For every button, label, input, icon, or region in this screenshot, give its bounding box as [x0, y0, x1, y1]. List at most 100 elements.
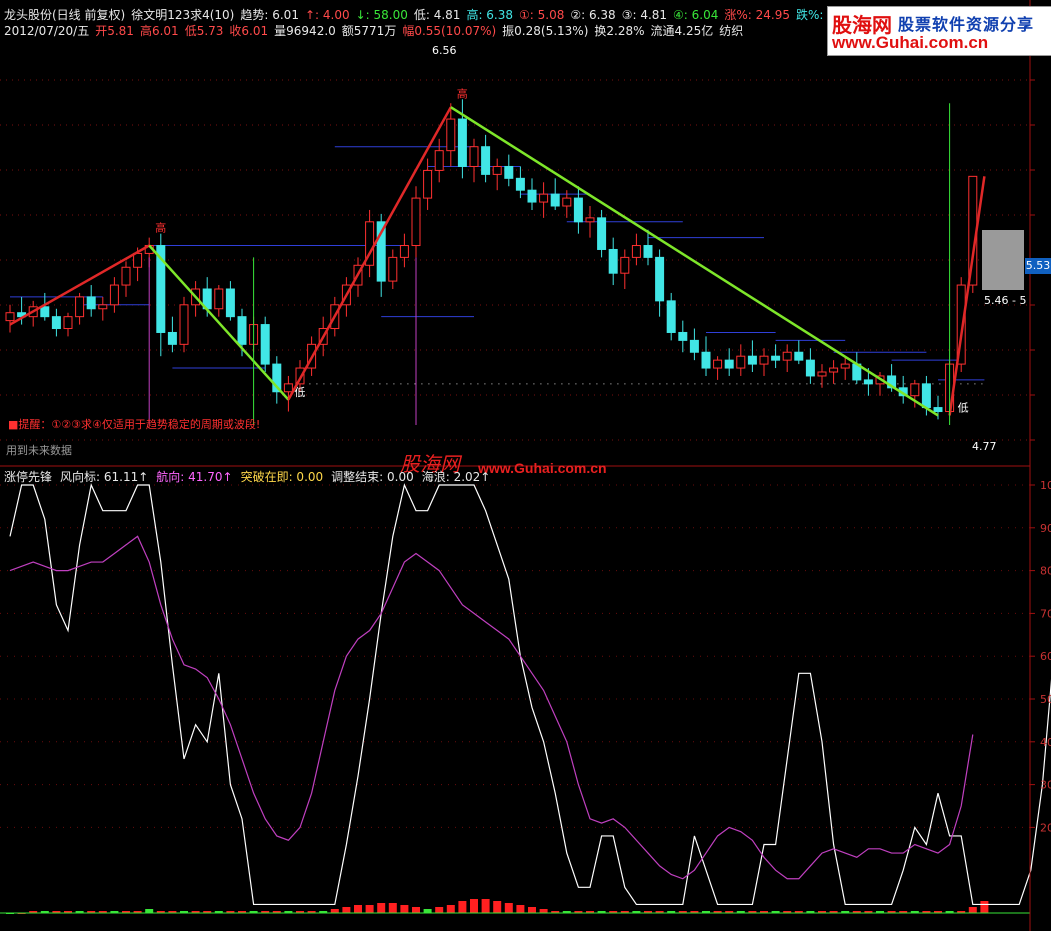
candle-up: [411, 197, 421, 247]
indicator-field-0: 涨停先锋: [4, 470, 53, 484]
candle-up: [98, 304, 108, 310]
indicator-axis-label: 40: [1040, 736, 1051, 749]
volume-bar: [504, 903, 513, 913]
volume-bar: [980, 901, 989, 913]
candle-up: [283, 383, 293, 393]
indicator-field-5: 海浪: 2.02↑: [421, 470, 491, 484]
candle-down: [260, 324, 270, 365]
candle-up: [620, 256, 630, 274]
header-ohlc-field-1: 开5.81: [95, 24, 134, 38]
candle-up: [388, 256, 398, 282]
header-ohlc-field-6: 额5771万: [341, 24, 397, 38]
header-line-ohlc: 2012/07/20/五 开5.81 高6.01 低5.73 收6.01 量96942.0…: [4, 22, 749, 39]
trend-line-down: [450, 106, 939, 417]
logo-tagline: 股票软件资源分享: [898, 15, 1035, 34]
volume-bar: [400, 905, 409, 913]
trend-line-up: [287, 106, 452, 401]
header-quote-field-6: 高: 6.38: [466, 8, 514, 22]
candle-down: [51, 316, 61, 330]
header-quote-field-8: ②: 6.38: [570, 8, 616, 22]
header-quote-field-10: ④: 6.04: [673, 8, 719, 22]
candle-up: [782, 351, 792, 361]
volume-bar: [342, 907, 351, 913]
header-ohlc-field-9: 换2.28%: [594, 24, 645, 38]
candle-up: [399, 245, 409, 258]
volume-bar: [365, 905, 374, 913]
header-quote-field-11: 涨%: 24.95: [724, 8, 791, 22]
header-ohlc-field-3: 低5.73: [184, 24, 224, 38]
high-price-label: 6.56: [432, 44, 457, 57]
candlestick-series: [5, 99, 978, 420]
candle-down: [237, 316, 247, 345]
candle-down: [40, 306, 50, 318]
header-quote-field-1: 徐文明123求4(10): [131, 8, 235, 22]
indicator-field-2: 航向: 41.70↑: [156, 470, 233, 484]
candle-up: [179, 304, 189, 345]
indicator-axis-label: 90: [1040, 522, 1051, 535]
candle-down: [550, 193, 560, 207]
header-quote-field-2: 趋势: 6.01: [240, 8, 299, 22]
candle-up: [214, 288, 224, 310]
header-ohlc-field-11: 纺织: [719, 24, 744, 38]
candle-up: [736, 355, 746, 369]
volume-bar: [377, 903, 386, 913]
candle-down: [794, 351, 804, 361]
header-quote-field-4: ↓: 58.00: [355, 8, 408, 22]
volume-bar: [446, 905, 455, 913]
volume-bar: [470, 899, 478, 913]
candle-down: [457, 118, 467, 167]
indicator-field-3: 突破在即: 0.00: [240, 470, 324, 484]
candle-up: [829, 367, 839, 373]
volume-bar: [528, 907, 536, 913]
header-ohlc-field-2: 高6.01: [139, 24, 179, 38]
header-ohlc-field-0: 2012/07/20/五: [4, 24, 90, 38]
candle-down: [747, 355, 757, 365]
header-ohlc-field-7: 幅0.55(10.07%): [402, 24, 497, 38]
tip-note: ■提醒：①②③求④仅适用于趋势稳定的周期或波段!: [8, 418, 261, 431]
candle-down: [666, 300, 676, 333]
volume-bar: [412, 907, 420, 913]
future-data-note: 用到未来数据: [6, 444, 72, 457]
range-label: 5.46 - 5: [984, 294, 1027, 307]
header-quote-field-5: 低: 4.81: [413, 8, 461, 22]
candle-up: [759, 355, 769, 365]
volume-bar: [330, 909, 339, 913]
logo-url: www.Guhai.com.cn: [832, 33, 989, 52]
candle-up: [133, 252, 143, 268]
low-marker-2: 低: [958, 402, 969, 415]
candle-up: [5, 312, 15, 322]
header-quote-field-9: ③: 4.81: [621, 8, 668, 22]
candle-up: [109, 284, 119, 306]
candle-down: [689, 339, 699, 353]
candle-up: [469, 146, 479, 167]
candle-up: [423, 169, 433, 199]
indicator-axis-label: 10: [1040, 479, 1051, 492]
candle-down: [724, 359, 734, 369]
volume-bar: [539, 909, 548, 913]
candle-up: [434, 150, 444, 171]
header-ohlc-field-8: 振0.28(5.13%): [502, 24, 589, 38]
indicator-axis-label: 30: [1040, 779, 1051, 792]
candle-up: [713, 359, 723, 369]
header-line-quote: 龙头股份(日线 前复权) 徐文明123求4(10) 趋势: 6.01 ↑: 4.00 ↓…: [4, 6, 853, 23]
header-ohlc-field-10: 流通4.25亿: [650, 24, 714, 38]
indicator-axis-label: 20: [1040, 821, 1051, 834]
candle-down: [643, 245, 653, 258]
indicator-axis-label: 50: [1040, 693, 1051, 706]
volume-bar: [423, 909, 432, 913]
volume-bars: [0, 899, 1030, 914]
trend-line-down: [148, 244, 290, 401]
candle-down: [515, 177, 525, 191]
candle-up: [562, 197, 572, 207]
candle-up: [539, 193, 549, 203]
candle-down: [597, 217, 607, 250]
high-marker-2: 高: [155, 221, 166, 235]
candle-down: [481, 146, 491, 175]
header-quote-field-3: ↑: 4.00: [304, 8, 350, 22]
candle-up: [840, 363, 850, 369]
candle-down: [608, 248, 618, 274]
indicator-field-4: 调整结束: 0.00: [331, 470, 414, 484]
candle-down: [701, 351, 711, 369]
indicator-header: 涨停先锋 风向标: 61.11↑ 航向: 41.70↑ 突破在即: 0.00 调整结束:…: [4, 468, 498, 485]
candle-up: [492, 165, 502, 175]
